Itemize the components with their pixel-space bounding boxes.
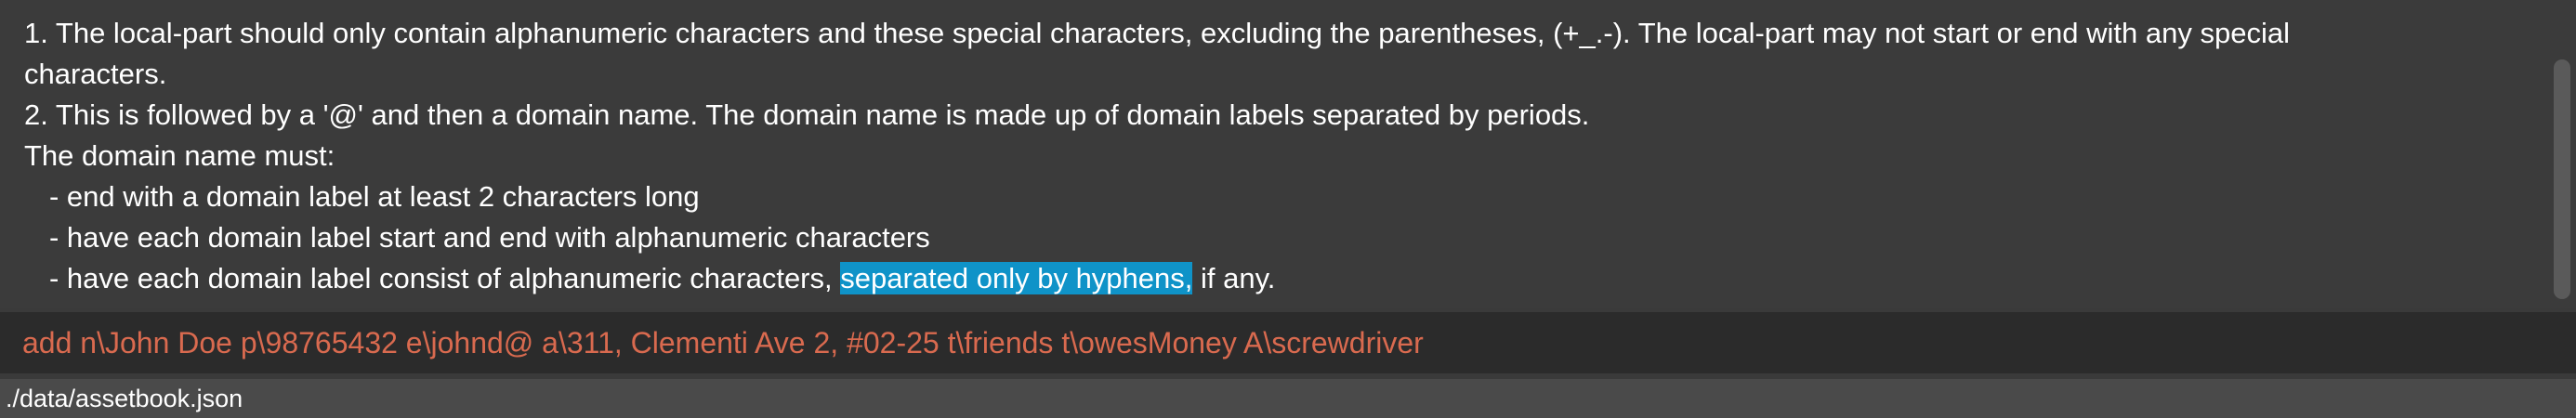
result-display[interactable]: 1. The local-part should only contain al… bbox=[0, 0, 2576, 308]
result-line: 2. This is followed by a '@' and then a … bbox=[24, 98, 1590, 131]
command-input[interactable]: add n\John Doe p\98765432 e\johnd@ a\311… bbox=[22, 312, 2576, 373]
app-window: 1. The local-part should only contain al… bbox=[0, 0, 2576, 418]
result-line: 1. The local-part should only contain al… bbox=[24, 17, 2290, 49]
result-text: if any. bbox=[1192, 262, 1276, 294]
result-line: The domain name must: bbox=[24, 139, 335, 172]
selected-text: separated only by hyphens, bbox=[840, 262, 1193, 294]
result-line: characters. bbox=[24, 58, 167, 90]
command-box[interactable]: add n\John Doe p\98765432 e\johnd@ a\311… bbox=[0, 312, 2576, 373]
result-line: - end with a domain label at least 2 cha… bbox=[49, 180, 700, 213]
save-location-label: ./data/assetbook.json bbox=[6, 385, 243, 412]
result-line: - have each domain label start and end w… bbox=[49, 221, 930, 254]
status-bar: ./data/assetbook.json bbox=[0, 379, 2576, 418]
vertical-scrollbar[interactable] bbox=[2554, 59, 2570, 299]
result-text: - have each domain label consist of alph… bbox=[49, 262, 841, 294]
result-line: - have each domain label consist of alph… bbox=[24, 258, 2520, 299]
